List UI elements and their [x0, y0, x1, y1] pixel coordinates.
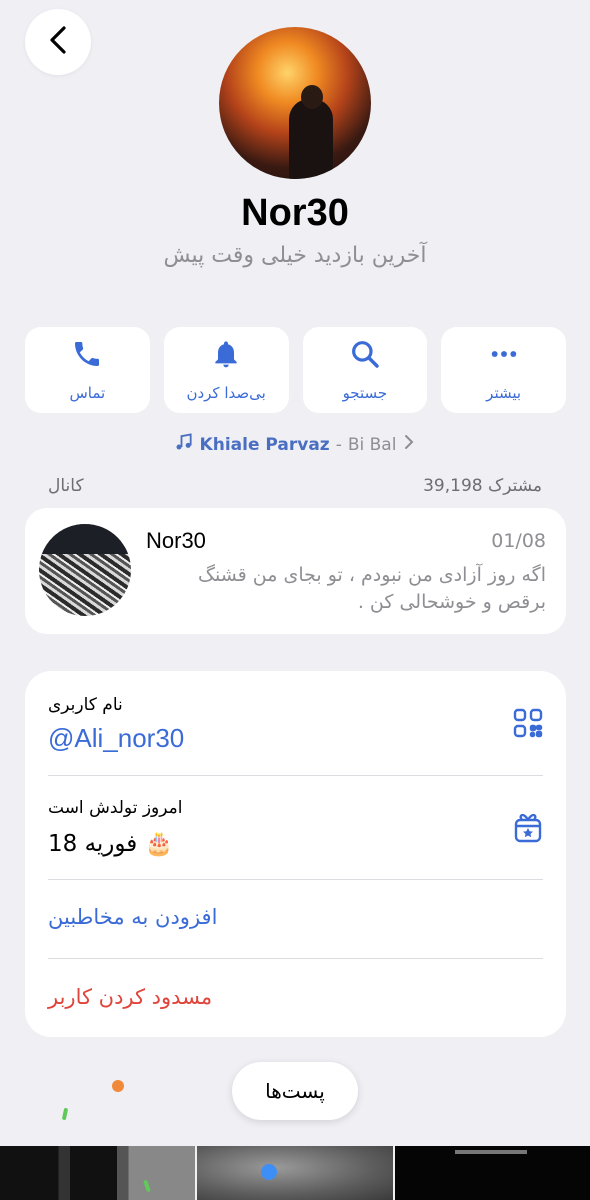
music-separator: -	[335, 434, 342, 455]
posts-tab[interactable]: پست‌ها	[232, 1062, 358, 1120]
confetti-dot	[112, 1080, 124, 1092]
birthday-value: 18 فوریه 🎂	[48, 831, 174, 857]
add-to-contacts-button[interactable]: افزودن به مخاطبین	[48, 905, 217, 929]
channel-section-header: کانال 39,198 مشترک	[48, 476, 542, 496]
back-button[interactable]	[25, 9, 91, 75]
profile-name: Nor30	[241, 192, 349, 234]
bell-icon	[210, 338, 242, 384]
channel-avatar	[39, 524, 131, 616]
post-thumbnail[interactable]	[394, 1146, 590, 1200]
mute-button[interactable]: بی‌صدا کردن	[163, 327, 289, 413]
qr-code-icon[interactable]	[512, 707, 544, 743]
posts-grid	[0, 1146, 590, 1200]
music-artist: Bi Bal	[347, 434, 397, 455]
username-value[interactable]: @Ali_nor30	[48, 723, 184, 754]
last-seen-status: آخرین بازدید خیلی وقت پیش	[163, 243, 427, 268]
personal-channel-card[interactable]: Nor30 01/08 اگه روز آزادی من نبودم ، تو …	[25, 508, 566, 634]
chevron-left-icon	[47, 25, 69, 59]
more-button[interactable]: بیشتر	[441, 327, 566, 413]
gift-icon[interactable]	[512, 810, 544, 848]
action-bar: تماس بی‌صدا کردن جستجو بیشتر	[25, 327, 566, 413]
search-label: جستجو	[342, 384, 388, 402]
subscriber-count: 39,198 مشترک	[423, 476, 542, 496]
channel-last-message: اگه روز آزادی من نبودم ، تو بجای من قشنگ…	[197, 564, 546, 613]
channel-name: Nor30	[146, 528, 206, 553]
block-user-row[interactable]: مسدود کردن کاربر	[25, 959, 566, 1037]
phone-icon	[71, 338, 103, 384]
channel-section-label: کانال	[48, 476, 84, 496]
post-thumbnail[interactable]	[197, 1146, 393, 1200]
chevron-right-icon	[402, 434, 416, 455]
profile-music[interactable]: Khiale Parvaz - Bi Bal	[0, 432, 590, 457]
profile-avatar[interactable]	[219, 27, 371, 179]
search-icon	[349, 338, 381, 384]
more-icon	[488, 338, 520, 384]
username-label: نام کاربری	[48, 695, 123, 715]
block-user-button[interactable]: مسدود کردن کاربر	[48, 985, 212, 1009]
search-button[interactable]: جستجو	[302, 327, 428, 413]
call-button[interactable]: تماس	[25, 327, 150, 413]
birthday-row: امروز تولدش است 18 فوریه 🎂	[25, 776, 566, 879]
username-row[interactable]: نام کاربری @Ali_nor30	[25, 671, 566, 775]
info-card: نام کاربری @Ali_nor30 امروز تولدش است 18…	[25, 671, 566, 1037]
confetti-strip	[61, 1107, 69, 1121]
call-label: تماس	[69, 384, 106, 402]
music-note-icon	[174, 432, 194, 457]
more-label: بیشتر	[486, 384, 522, 402]
channel-date: 01/08	[491, 530, 546, 552]
post-thumbnail[interactable]	[0, 1146, 196, 1200]
add-contact-row[interactable]: افزودن به مخاطبین	[25, 880, 566, 958]
music-title: Khiale Parvaz	[199, 434, 330, 455]
mute-label: بی‌صدا کردن	[186, 384, 266, 402]
birthday-label: امروز تولدش است	[48, 798, 183, 818]
